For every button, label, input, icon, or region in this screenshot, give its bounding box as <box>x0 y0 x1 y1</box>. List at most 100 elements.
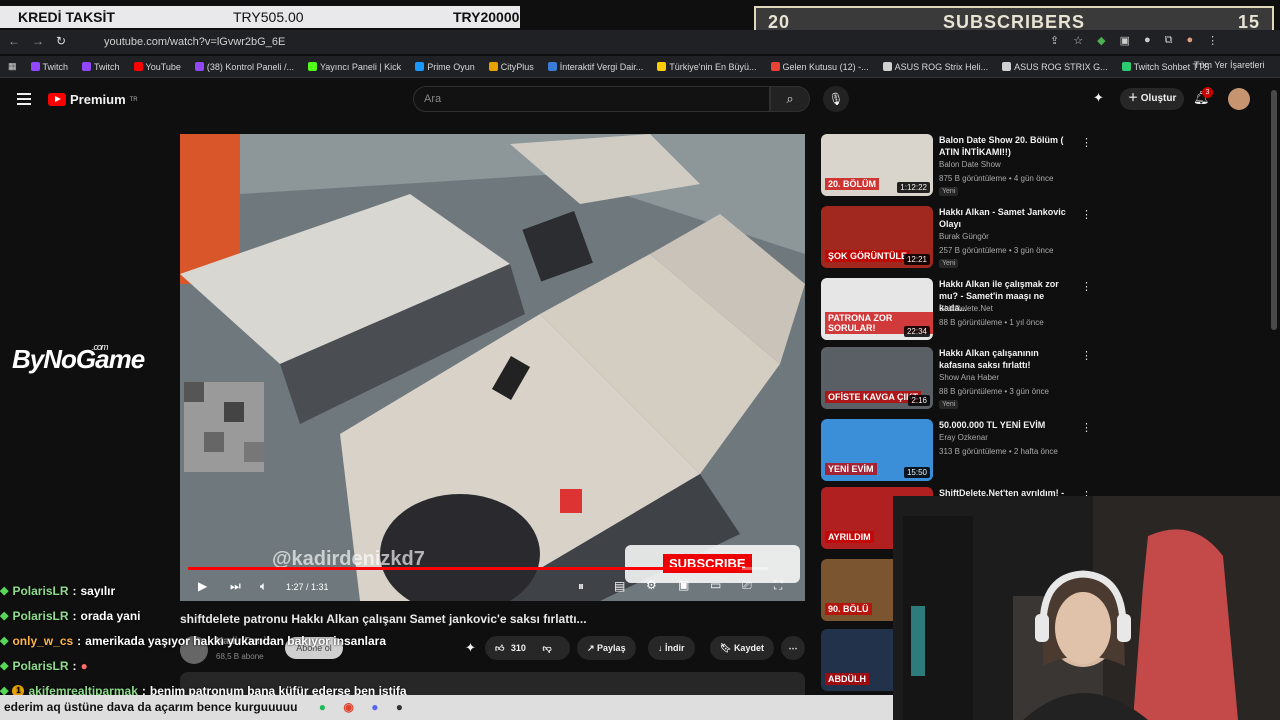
theater-icon[interactable]: ▭ <box>710 578 721 592</box>
extension-icon[interactable]: ▣ <box>1120 34 1130 47</box>
recommendation-thumbnail[interactable]: ŞOK GÖRÜNTÜLE 12:21 <box>821 206 933 268</box>
recommendation-item[interactable]: OFİSTE KAVGA ÇIKT 2:16 Hakkı Alkan çalışan… <box>821 347 1092 411</box>
create-button[interactable]: ＋ Oluştur <box>1120 88 1185 110</box>
recommendation-channel[interactable]: Eray Ozkenar <box>939 433 988 442</box>
bookmark-item[interactable]: Gelen Kutusu (12) -... <box>770 62 869 72</box>
account-avatar[interactable] <box>1228 88 1250 110</box>
bookmark-item[interactable]: Prime Oyun <box>415 62 475 72</box>
bookmark-item[interactable]: ASUS ROG STRIX G... <box>1002 62 1108 72</box>
reload-icon[interactable]: ↻ <box>56 34 66 48</box>
chat-username[interactable]: PolarisLR <box>12 584 68 598</box>
recommendation-item[interactable]: PATRONA ZOR SORULAR! 22:34 Hakkı Alkan ile… <box>821 278 1092 342</box>
page-scrollbar[interactable] <box>1271 90 1277 330</box>
more-actions-button[interactable]: ⋯ <box>781 636 805 660</box>
search-input[interactable]: Ara <box>413 86 770 112</box>
browser-toolbar: ← → ↻ youtube.com/watch?v=lGvwr2bG_6E ⇪ … <box>0 30 1280 54</box>
download-button[interactable]: ↓ İndir <box>648 636 695 660</box>
recommendation-title[interactable]: Hakkı Alkan çalışanının kafasına saksı f… <box>939 347 1074 371</box>
like-icon[interactable]: 👍︎ <box>495 643 504 653</box>
more-options-icon[interactable]: ⋮ <box>1081 421 1092 434</box>
autoplay-toggle[interactable]: ⏸ <box>578 579 584 594</box>
recommendation-thumbnail[interactable]: PATRONA ZOR SORULAR! 22:34 <box>821 278 933 340</box>
recommendation-title[interactable]: Hakkı Alkan - Samet Jankovic Olayı <box>939 206 1074 230</box>
bynogame-suffix: .com <box>92 342 108 352</box>
bookmark-item[interactable]: ASUS ROG Strix Heli... <box>882 62 988 72</box>
progress-bar[interactable] <box>188 567 768 570</box>
recommendation-item[interactable]: YENİ EVİM 15:50 50.000.000 TL YENİ EVİM Era… <box>821 419 1092 483</box>
fullscreen-icon[interactable]: ⛶ <box>774 578 782 593</box>
more-options-icon[interactable]: ⋮ <box>1081 349 1092 362</box>
apps-icon[interactable]: ▦ <box>8 61 17 72</box>
video-frame <box>180 134 805 601</box>
extension-icon[interactable]: ◆ <box>1097 34 1105 47</box>
recommendation-title[interactable]: Balon Date Show 20. Bölüm ( ATIN İNTİKAM… <box>939 134 1074 158</box>
bookmark-item[interactable]: Twitch <box>30 62 68 72</box>
address-bar[interactable]: youtube.com/watch?v=lGvwr2bG_6E <box>80 32 720 52</box>
bookmark-item[interactable]: CityPlus <box>488 62 534 72</box>
like-count[interactable]: 310 <box>511 643 526 653</box>
share-button[interactable]: ↗ Paylaş <box>577 636 636 660</box>
miniplayer-icon[interactable]: ▣ <box>678 578 689 592</box>
chat-username[interactable]: PolarisLR <box>12 609 68 623</box>
recommendation-channel[interactable]: ShiftDelete.Net <box>939 304 993 313</box>
cast-icon[interactable]: ⎚ <box>742 578 752 593</box>
duration-badge: 15:50 <box>903 467 930 478</box>
menu-icon[interactable]: ⋮ <box>1207 34 1218 47</box>
ai-sparkle-icon[interactable]: ✦ <box>1093 90 1104 106</box>
recommendation-channel[interactable]: Burak Güngör <box>939 232 989 241</box>
share-icon[interactable]: ⇪ <box>1050 34 1059 47</box>
dislike-icon[interactable]: 👎︎ <box>542 643 551 653</box>
all-bookmarks[interactable]: Tüm Yer İşaretleri <box>1194 60 1265 70</box>
recommendation-item[interactable]: 20. BÖLÜM 1:12:22 Balon Date Show 20. Bölü… <box>821 134 1092 198</box>
recommendation-channel[interactable]: Show Ana Haber <box>939 373 999 382</box>
search-button[interactable]: ⌕ <box>770 86 810 112</box>
share-label: Paylaş <box>597 643 626 653</box>
recommendation-thumbnail[interactable]: YENİ EVİM 15:50 <box>821 419 933 481</box>
save-button[interactable]: 🔖︎ Kaydet <box>710 636 774 660</box>
video-player[interactable]: @kadirdenizkd7 SUBSCRIBE ▶ ⏭ 🔈︎ 1:27 / 1… <box>180 134 805 601</box>
chat-badge-icon: ◆ <box>0 660 9 672</box>
more-options-icon[interactable]: ⋮ <box>1081 136 1092 149</box>
obs-icon[interactable]: ● <box>396 700 403 714</box>
hype-icon[interactable]: ✦ <box>465 640 476 656</box>
settings-icon[interactable]: ⚙ <box>646 578 657 592</box>
bookmark-item[interactable]: YouTube <box>133 62 181 72</box>
recommendation-title[interactable]: 50.000.000 TL YENİ EVİM <box>939 419 1074 431</box>
chat-message: ◆ PolarisLR: orada yani <box>0 603 407 628</box>
recommendation-thumbnail[interactable]: OFİSTE KAVGA ÇIKT 2:16 <box>821 347 933 409</box>
profile-icon[interactable]: ● <box>1186 34 1193 47</box>
recommendation-meta: 88 B görüntüleme • 3 gün önce <box>939 387 1049 396</box>
bookmark-item[interactable]: İnteraktif Vergi Dair... <box>547 62 643 72</box>
menu-icon[interactable] <box>17 93 31 105</box>
chat-username[interactable]: PolarisLR <box>12 659 68 673</box>
bookmark-item[interactable]: Twitch <box>82 62 120 72</box>
recommendation-item[interactable]: ŞOK GÖRÜNTÜLE 12:21 Hakkı Alkan - Samet Ja… <box>821 206 1092 270</box>
recommendation-meta: 313 B görüntüleme • 2 hafta önce <box>939 447 1058 456</box>
chat-colon: : <box>77 633 82 648</box>
chat-text: amerikada yaşıyor hakkı yukarıdan bakıyo… <box>85 633 386 648</box>
forward-icon[interactable]: → <box>32 34 44 48</box>
bookmark-item[interactable]: Yayıncı Paneli | Kick <box>307 62 401 72</box>
extension-icon[interactable]: ● <box>1144 34 1151 47</box>
more-options-icon[interactable]: ⋮ <box>1081 208 1092 221</box>
youtube-logo[interactable]: Premium TR <box>48 92 138 107</box>
captions-icon[interactable]: ▤ <box>614 579 625 593</box>
chat-username[interactable]: only_w_cs <box>12 634 73 648</box>
back-icon[interactable]: ← <box>8 34 20 48</box>
more-options-icon[interactable]: ⋮ <box>1081 280 1092 293</box>
create-label: Oluştur <box>1140 93 1177 104</box>
logo-text: Premium <box>70 92 126 107</box>
puzzle-icon[interactable]: ⧉ <box>1165 34 1173 47</box>
discord-icon[interactable]: ● <box>371 700 378 714</box>
star-icon[interactable]: ☆ <box>1073 34 1083 47</box>
chat-text: sayılır <box>80 583 116 598</box>
chrome-icon[interactable]: ◉ <box>343 700 353 714</box>
bookmark-item[interactable]: (38) Kontrol Paneli /... <box>194 62 294 72</box>
bookmark-item[interactable]: Türkiye'nin En Büyü... <box>657 62 757 72</box>
spotify-icon[interactable]: ● <box>319 700 326 714</box>
recommendation-thumbnail[interactable]: 20. BÖLÜM 1:12:22 <box>821 134 933 196</box>
webcam-image <box>893 496 1280 720</box>
stream-chat: ◆ PolarisLR: sayılır ◆ PolarisLR: orada yani ◆… <box>0 578 407 703</box>
recommendation-channel[interactable]: Balon Date Show <box>939 160 1001 169</box>
mic-icon[interactable]: 🎙 <box>823 86 849 112</box>
